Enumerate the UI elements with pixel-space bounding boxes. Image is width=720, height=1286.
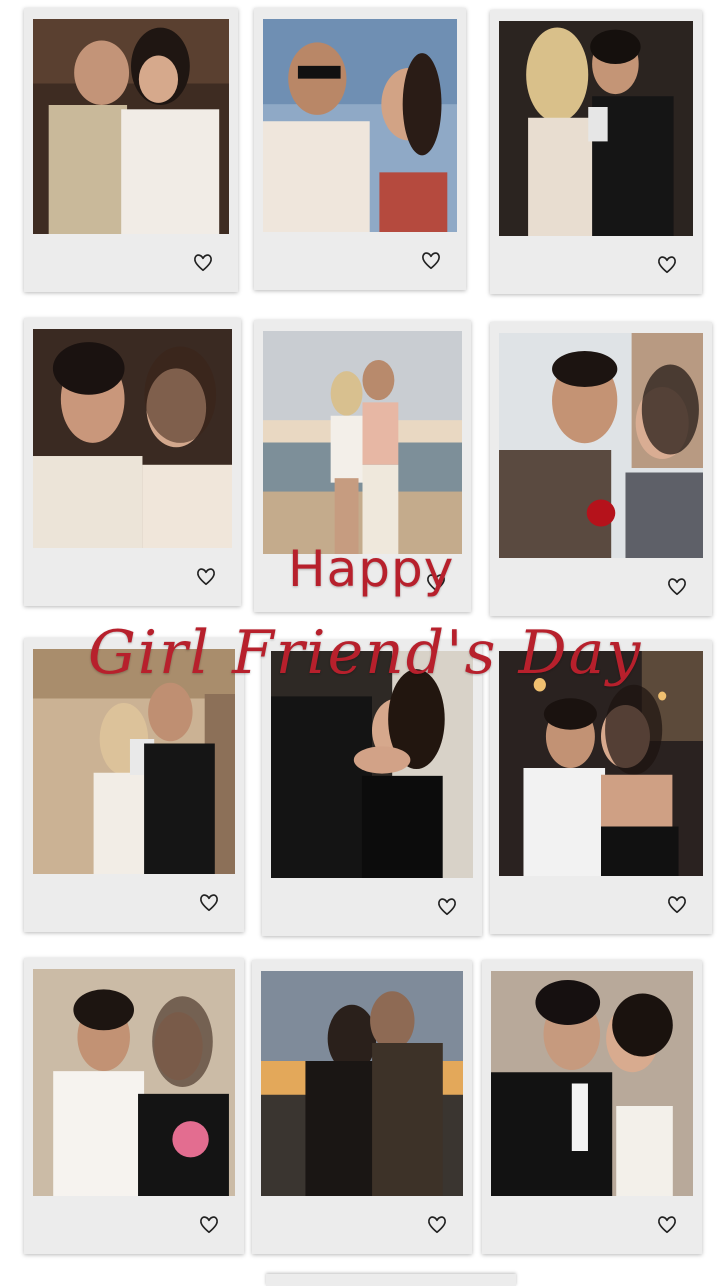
polaroid-1 xyxy=(24,8,238,292)
couple-photo xyxy=(499,21,693,236)
couple-photo xyxy=(491,971,693,1196)
couple-photo xyxy=(263,19,457,232)
heart-icon xyxy=(656,1213,678,1235)
greeting-girlfriends-day: Girl Friend's Day xyxy=(88,618,643,688)
heart-icon xyxy=(666,575,688,597)
heart-icon xyxy=(195,565,217,587)
polaroid-3 xyxy=(490,10,702,294)
heart-icon xyxy=(436,895,458,917)
heart-icon xyxy=(198,1213,220,1235)
heart-icon xyxy=(656,253,678,275)
polaroid-2 xyxy=(254,8,466,290)
polaroid-12 xyxy=(482,960,702,1254)
next-polaroid-edge xyxy=(266,1274,516,1286)
heart-icon xyxy=(426,1213,448,1235)
heart-icon xyxy=(666,893,688,915)
couple-photo xyxy=(33,19,229,234)
greeting-happy: Happy xyxy=(288,540,455,598)
couple-photo xyxy=(499,333,703,558)
heart-icon xyxy=(198,891,220,913)
heart-icon xyxy=(192,251,214,273)
couple-photo xyxy=(261,971,463,1196)
polaroid-6 xyxy=(490,322,712,616)
couple-photo xyxy=(263,331,462,554)
polaroid-4 xyxy=(24,318,241,606)
couple-photo xyxy=(33,969,235,1196)
polaroid-10 xyxy=(24,958,244,1254)
polaroid-11 xyxy=(252,960,472,1254)
heart-icon xyxy=(420,249,442,271)
couple-photo xyxy=(33,329,232,548)
